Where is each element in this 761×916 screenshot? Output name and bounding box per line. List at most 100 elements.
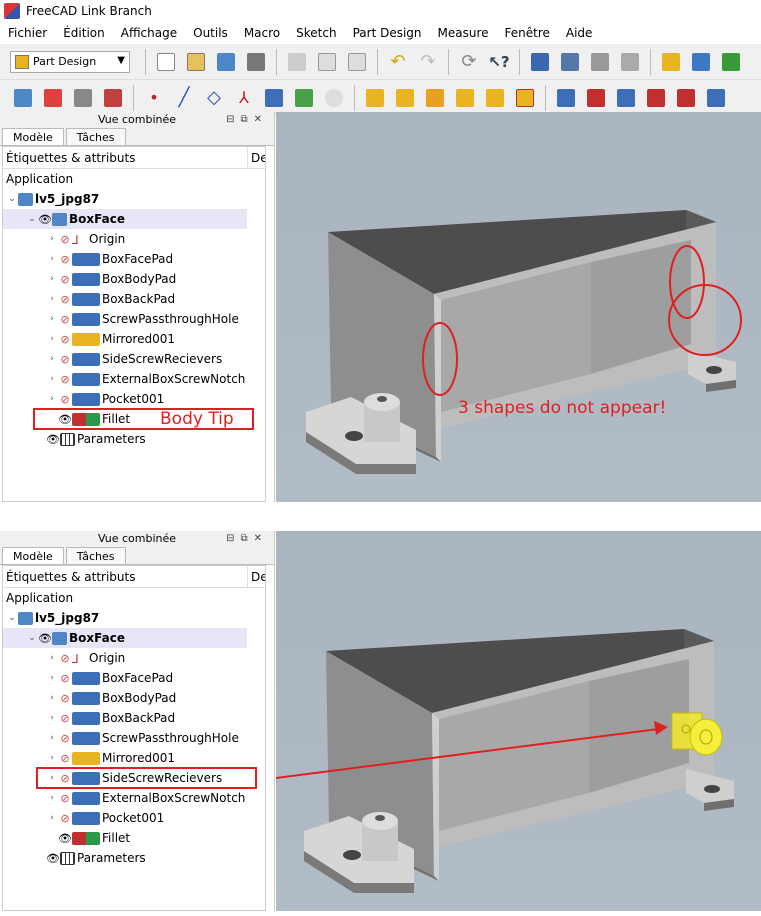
chevron-right-icon[interactable]: ›: [46, 234, 58, 244]
tree-row-boxfacepad[interactable]: › ⊘ BoxFacePad: [3, 668, 265, 688]
tree-row-pocket001[interactable]: › ⊘ Pocket001: [3, 389, 265, 409]
hole-button[interactable]: [583, 85, 609, 111]
tile-windows-button[interactable]: [557, 49, 583, 75]
subtractive-pipe-button[interactable]: [673, 85, 699, 111]
menu-sketch[interactable]: Sketch: [288, 22, 344, 44]
tree-row-screwpassthroughhole[interactable]: › ⊘ ScrewPassthroughHole: [3, 728, 265, 748]
tree-row-origin[interactable]: › ⊘ ⅃ Origin: [3, 229, 265, 249]
open-button[interactable]: [183, 49, 209, 75]
chevron-right-icon[interactable]: ›: [46, 294, 58, 304]
tree-row-mirrored001[interactable]: › ⊘ Mirrored001: [3, 748, 265, 768]
workbench-selector[interactable]: Part Design ▼: [10, 50, 130, 73]
tree-row-externalboxscrewnotch[interactable]: › ⊘ ExternalBoxScrewNotch: [3, 788, 265, 808]
menu-aide[interactable]: Aide: [558, 22, 601, 44]
tree-row-parameters[interactable]: 👁 Parameters: [3, 429, 265, 449]
3d-view-bottom[interactable]: [276, 531, 761, 911]
chevron-right-icon[interactable]: ›: [46, 374, 58, 384]
tree-column-labels[interactable]: Étiquettes & attributs: [6, 570, 135, 584]
chevron-down-icon[interactable]: ⌄: [26, 214, 38, 224]
chevron-down-icon[interactable]: ⌄: [26, 633, 38, 643]
tree-row-externalboxscrewnotch[interactable]: › ⊘ ExternalBoxScrewNotch: [3, 369, 265, 389]
eye-icon[interactable]: 👁: [38, 632, 52, 645]
tab-modele[interactable]: Modèle: [2, 547, 64, 564]
chevron-right-icon[interactable]: ›: [46, 793, 58, 803]
tree-row-parameters[interactable]: 👁 Parameters: [3, 848, 265, 868]
eye-icon[interactable]: 👁: [58, 832, 72, 845]
menu-edition[interactable]: Édition: [55, 22, 113, 44]
tree-row-boxbodypad[interactable]: › ⊘ BoxBodyPad: [3, 269, 265, 289]
eye-hidden-icon[interactable]: ⊘: [58, 692, 72, 705]
pad-button[interactable]: [362, 85, 388, 111]
datum-plane-button[interactable]: ◇: [201, 85, 227, 111]
paste-button[interactable]: [344, 49, 370, 75]
eye-hidden-icon[interactable]: ⊘: [58, 333, 72, 346]
chevron-right-icon[interactable]: ›: [46, 713, 58, 723]
export-button[interactable]: [718, 49, 744, 75]
chevron-right-icon[interactable]: ›: [46, 254, 58, 264]
undo-button[interactable]: ↶: [385, 49, 411, 75]
eye-hidden-icon[interactable]: ⊘: [58, 752, 72, 765]
3d-view-top[interactable]: 3 shapes do not appear!: [276, 112, 761, 502]
chevron-right-icon[interactable]: ›: [46, 733, 58, 743]
tree-row-body[interactable]: ⌄ 👁 BoxFace: [3, 209, 247, 229]
chevron-right-icon[interactable]: ›: [46, 693, 58, 703]
eye-hidden-icon[interactable]: ⊘: [58, 393, 72, 406]
std-views-button[interactable]: [527, 49, 553, 75]
pocket-button[interactable]: [553, 85, 579, 111]
revolution-button[interactable]: [392, 85, 418, 111]
additive-helix-button[interactable]: [482, 85, 508, 111]
additive-primitive-button[interactable]: [512, 85, 538, 111]
group-button[interactable]: [617, 49, 643, 75]
cut-button[interactable]: [284, 49, 310, 75]
menu-affichage[interactable]: Affichage: [113, 22, 185, 44]
chevron-right-icon[interactable]: ›: [46, 354, 58, 364]
eye-hidden-icon[interactable]: ⊘: [58, 253, 72, 266]
eye-hidden-icon[interactable]: ⊘: [58, 812, 72, 825]
datum-line-button[interactable]: ╱: [171, 85, 197, 111]
eye-hidden-icon[interactable]: ⊘: [58, 233, 72, 246]
redo-button[interactable]: ↷: [415, 49, 441, 75]
tree-row-sidescrewrecievers[interactable]: › ⊘ SideScrewRecievers: [3, 349, 265, 369]
shape-binder-button[interactable]: [100, 85, 126, 111]
chevron-right-icon[interactable]: ›: [46, 673, 58, 683]
tree-column-description[interactable]: De: [247, 566, 265, 588]
tree-row-pocket001[interactable]: › ⊘ Pocket001: [3, 808, 265, 828]
chevron-right-icon[interactable]: ›: [46, 753, 58, 763]
eye-hidden-icon[interactable]: ⊘: [58, 373, 72, 386]
refresh-button[interactable]: ⟳: [456, 49, 482, 75]
menu-measure[interactable]: Measure: [430, 22, 497, 44]
save-button[interactable]: [213, 49, 239, 75]
tree-row-boxbodypad[interactable]: › ⊘ BoxBodyPad: [3, 688, 265, 708]
chevron-right-icon[interactable]: ›: [46, 653, 58, 663]
additive-loft-button[interactable]: [422, 85, 448, 111]
tree-row-document[interactable]: ⌄ lv5_jpg87: [3, 189, 265, 209]
print-button[interactable]: [243, 49, 269, 75]
eye-icon[interactable]: 👁: [46, 852, 60, 865]
eye-hidden-icon[interactable]: ⊘: [58, 273, 72, 286]
additive-pipe-button[interactable]: [452, 85, 478, 111]
part-button[interactable]: [587, 49, 613, 75]
tab-modele[interactable]: Modèle: [2, 128, 64, 145]
eye-hidden-icon[interactable]: ⊘: [58, 652, 72, 665]
menu-macro[interactable]: Macro: [236, 22, 288, 44]
create-sketch-button[interactable]: [40, 85, 66, 111]
chevron-down-icon[interactable]: ⌄: [6, 613, 18, 623]
subtractive-loft-button[interactable]: [643, 85, 669, 111]
whats-this-button[interactable]: ↖?: [486, 49, 512, 75]
eye-icon[interactable]: 👁: [38, 213, 52, 226]
chevron-right-icon[interactable]: ›: [46, 314, 58, 324]
panel-window-controls[interactable]: ⊟⧉✕: [226, 112, 268, 128]
eye-hidden-icon[interactable]: ⊘: [58, 732, 72, 745]
folder-button[interactable]: [688, 49, 714, 75]
eye-hidden-icon[interactable]: ⊘: [58, 313, 72, 326]
subshape-binder-button[interactable]: [291, 85, 317, 111]
menu-fenetre[interactable]: Fenêtre: [497, 22, 558, 44]
groove-button[interactable]: [613, 85, 639, 111]
subtractive-helix-button[interactable]: [703, 85, 729, 111]
eye-hidden-icon[interactable]: ⊘: [58, 712, 72, 725]
tree-row-document[interactable]: ⌄ lv5_jpg87: [3, 608, 265, 628]
tree-row-body[interactable]: ⌄ 👁 BoxFace: [3, 628, 247, 648]
datum-point-button[interactable]: •: [141, 85, 167, 111]
validate-sketch-button[interactable]: [70, 85, 96, 111]
chevron-right-icon[interactable]: ›: [46, 334, 58, 344]
